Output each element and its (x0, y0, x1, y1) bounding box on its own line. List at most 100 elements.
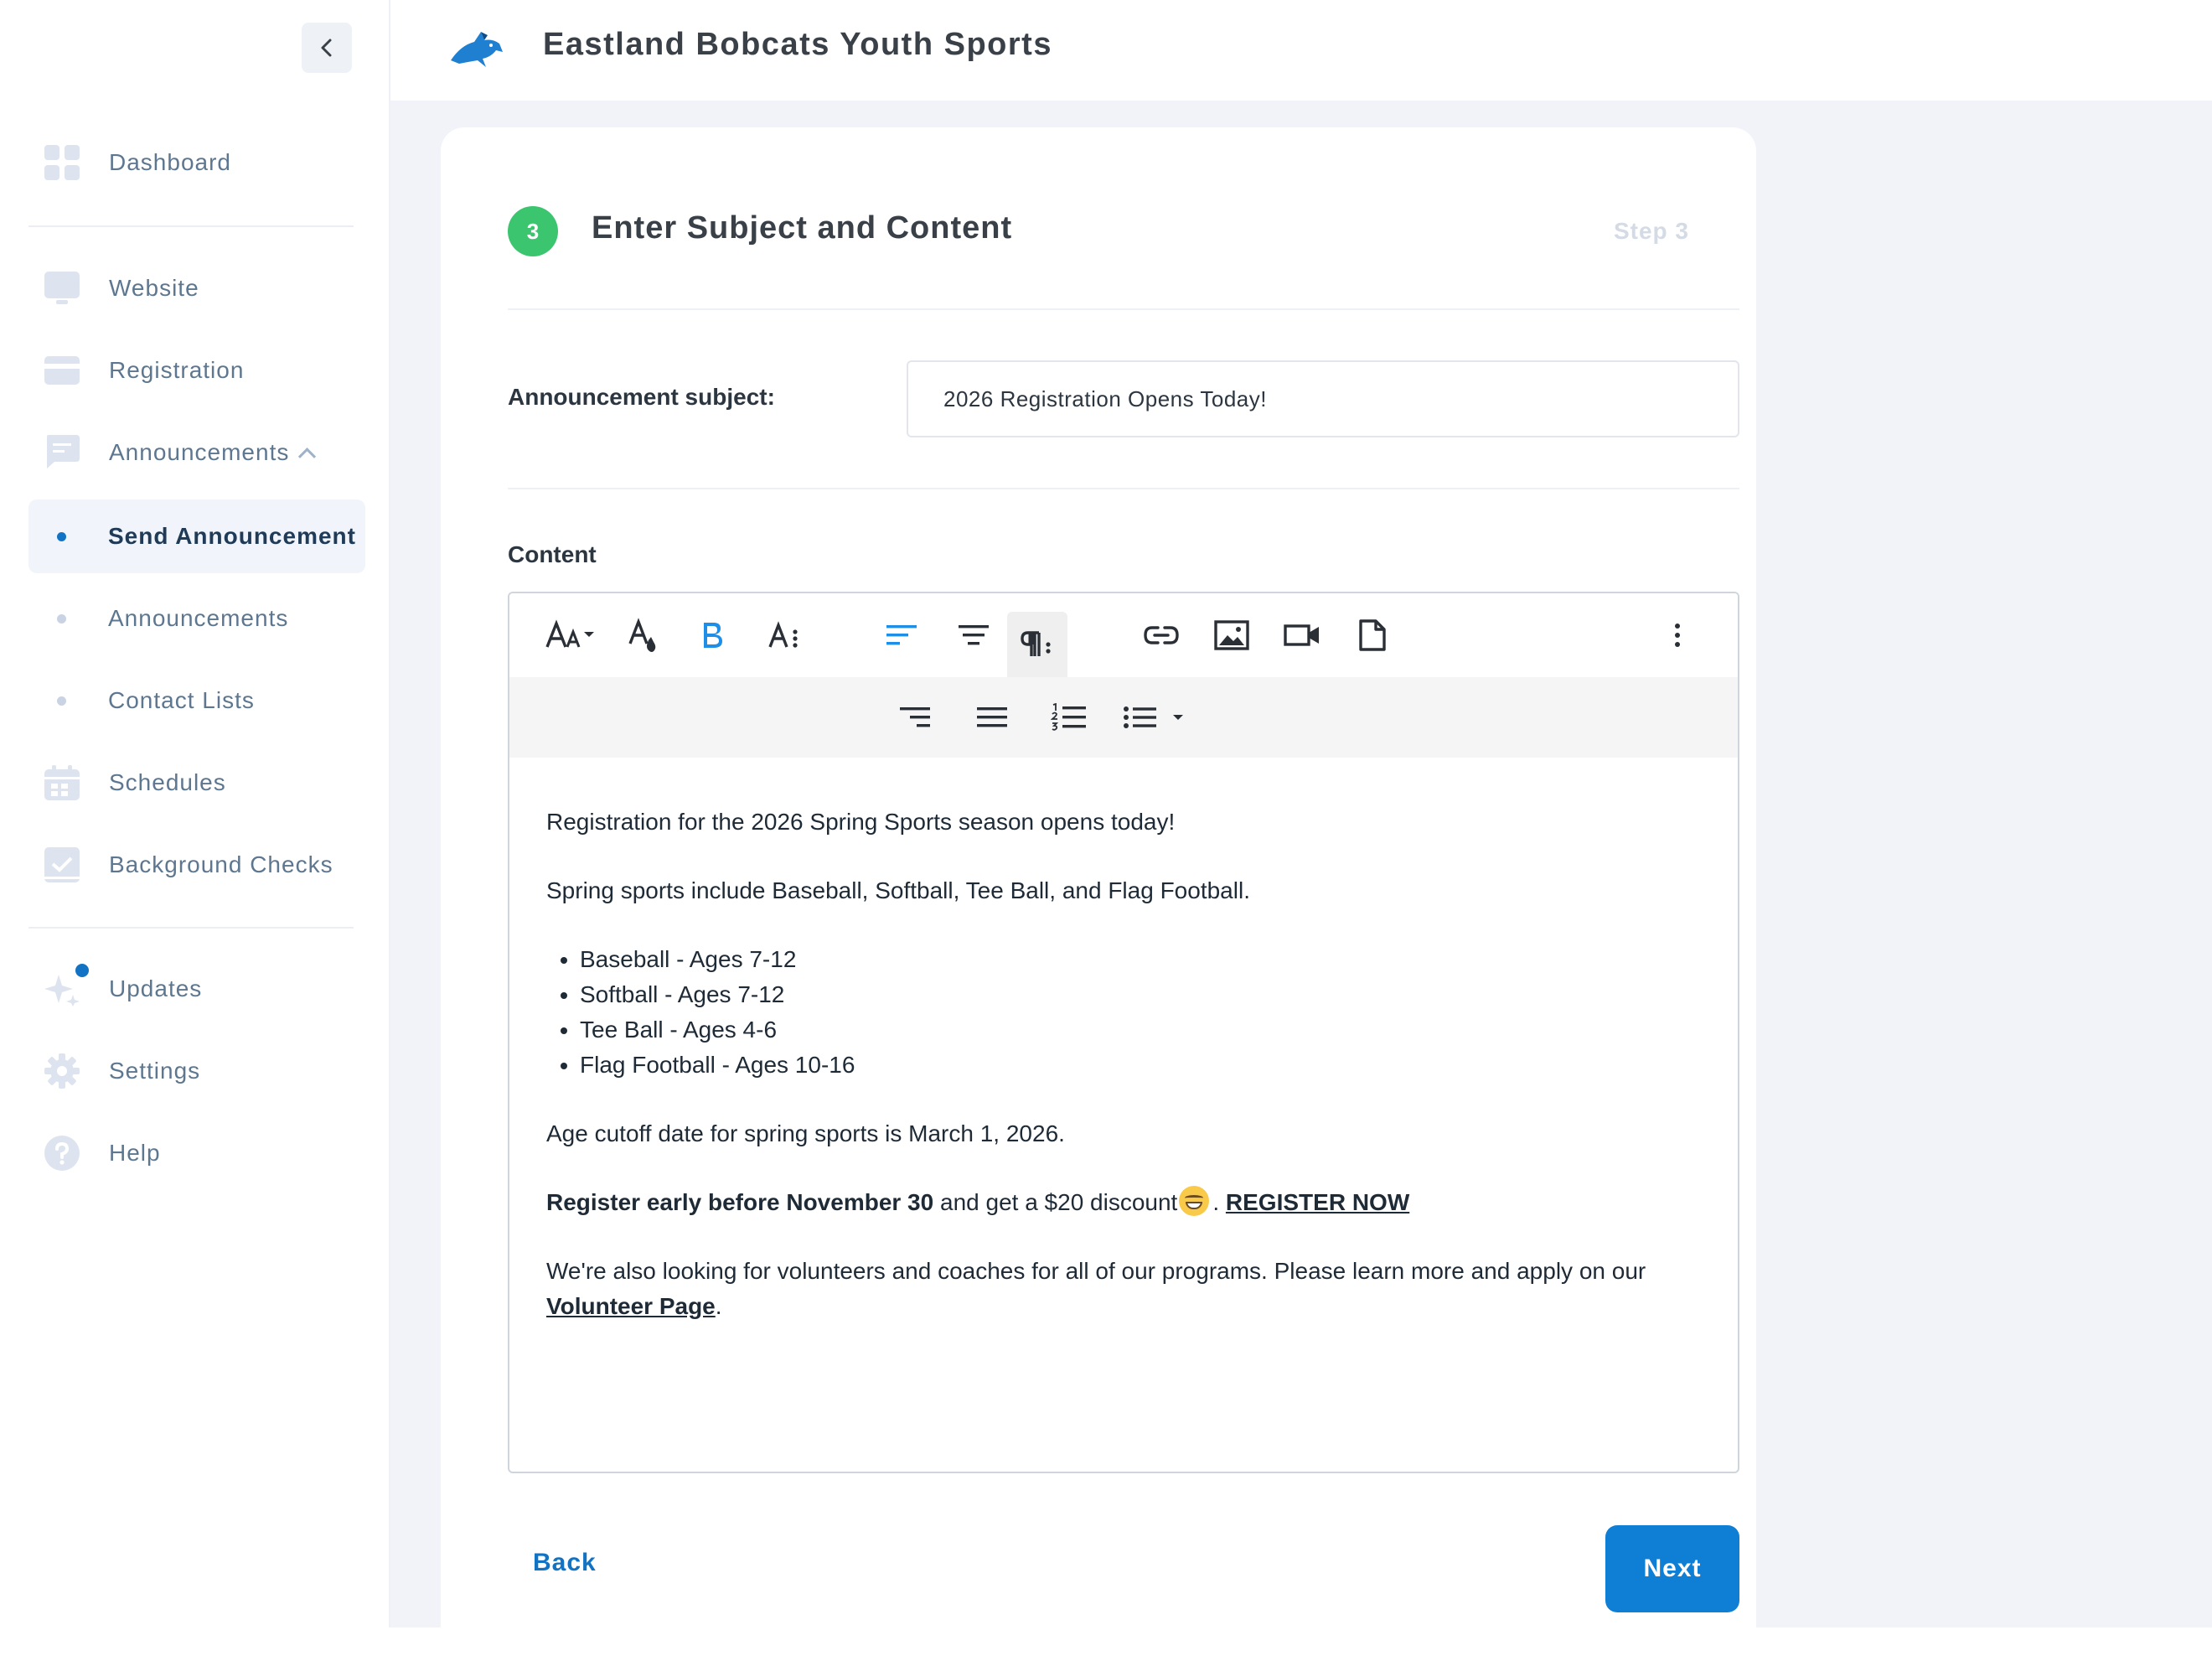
content-paragraph: Spring sports include Baseball, Softball… (546, 877, 1250, 903)
bold-button[interactable] (682, 605, 742, 665)
content-label: Content (508, 541, 597, 567)
grinning-emoji-icon (1179, 1186, 1210, 1216)
sidebar-item-background-checks[interactable]: Background Checks (28, 828, 364, 902)
sparkle-icon (44, 970, 80, 1007)
font-size-icon (545, 619, 594, 648)
text-color-icon (628, 618, 656, 652)
bold-icon (704, 623, 722, 648)
list-item: Flag Football - Ages 10-16 (580, 1048, 1703, 1083)
sidebar-divider (28, 225, 354, 227)
editor-content[interactable]: Registration for the 2026 Spring Sports … (546, 805, 1703, 1358)
org-title: Eastland Bobcats Youth Sports (543, 27, 1052, 62)
sidebar-item-updates[interactable]: Updates (28, 952, 364, 1026)
align-left-button[interactable] (871, 605, 932, 665)
main-area: 3 Enter Subject and Content Step 3 Annou… (390, 101, 2212, 1661)
paragraph-format-button[interactable] (1007, 612, 1067, 677)
bullet-dot (57, 531, 66, 541)
editor-toolbar-secondary (509, 677, 1738, 758)
text-style-icon (768, 621, 798, 648)
wizard-card: 3 Enter Subject and Content Step 3 Annou… (441, 127, 1756, 1661)
message-icon (44, 434, 80, 471)
sidebar-item-announcements-list[interactable]: Announcements (28, 582, 364, 655)
notification-dot (75, 964, 89, 977)
rich-text-editor: Registration for the 2026 Spring Sports … (508, 592, 1739, 1473)
insert-video-button[interactable] (1272, 605, 1332, 665)
sidebar-item-label: Help (109, 1140, 161, 1166)
sidebar-item-dashboard[interactable]: Dashboard (28, 126, 364, 199)
more-options-button[interactable] (1647, 605, 1708, 665)
help-icon (44, 1135, 80, 1172)
sidebar-item-label: Registration (109, 357, 245, 383)
section-divider (508, 308, 1739, 310)
align-center-icon (959, 625, 989, 645)
text-style-button[interactable] (754, 605, 814, 665)
list-item: Softball - Ages 7-12 (580, 977, 1703, 1012)
gear-icon (44, 1053, 80, 1089)
insert-link-button[interactable] (1131, 605, 1191, 665)
align-center-button[interactable] (943, 605, 1004, 665)
bullet-dot (57, 613, 66, 624)
align-justify-icon (977, 707, 1007, 727)
sidebar-item-schedules[interactable]: Schedules (28, 746, 364, 820)
sidebar-item-label: Dashboard (109, 149, 231, 175)
sidebar-item-label: Settings (109, 1058, 201, 1084)
monitor-icon (44, 270, 80, 307)
insert-file-button[interactable] (1342, 605, 1403, 665)
sidebar: Dashboard Website Registration Announcem… (0, 0, 390, 1627)
subject-label: Announcement subject: (508, 384, 775, 410)
sidebar-item-contact-lists[interactable]: Contact Lists (28, 664, 364, 737)
register-now-link[interactable]: REGISTER NOW (1226, 1189, 1409, 1215)
insert-video-icon (1284, 624, 1319, 646)
text-color-button[interactable] (612, 605, 672, 665)
sidebar-divider (28, 927, 354, 929)
sidebar-item-registration[interactable]: Registration (28, 334, 364, 407)
insert-link-icon (1144, 626, 1179, 644)
sidebar-item-label: Website (109, 275, 199, 301)
bold-text: Register early before November 30 (546, 1189, 934, 1215)
sidebar-item-label: Announcements (108, 605, 289, 631)
sidebar-item-label: Send Announcement (108, 523, 356, 549)
content-paragraph-register: Register early before November 30 and ge… (546, 1185, 1703, 1220)
sidebar-item-send-announcement[interactable]: Send Announcement (28, 499, 365, 573)
sidebar-item-label: Updates (109, 975, 203, 1001)
ordered-list-button[interactable] (1039, 687, 1099, 748)
chevron-left-icon (321, 39, 332, 57)
insert-file-icon (1359, 619, 1386, 651)
list-item: Tee Ball - Ages 4-6 (580, 1012, 1703, 1048)
collapse-sidebar-button[interactable] (302, 23, 352, 73)
back-button[interactable]: Back (533, 1549, 597, 1577)
unordered-list-button[interactable] (1116, 687, 1200, 748)
next-button[interactable]: Next (1605, 1525, 1739, 1612)
font-size-button[interactable] (538, 605, 608, 665)
inline-text: We're also looking for volunteers and co… (546, 1258, 1646, 1284)
sidebar-item-help[interactable]: Help (28, 1116, 364, 1190)
unordered-list-icon (1124, 706, 1183, 728)
list-item: Baseball - Ages 7-12 (580, 942, 1703, 977)
align-right-button[interactable] (885, 687, 945, 748)
step-title: Enter Subject and Content (592, 210, 1013, 246)
align-justify-button[interactable] (962, 687, 1022, 748)
sidebar-item-announcements[interactable]: Announcements (28, 416, 364, 489)
calendar-icon (44, 764, 80, 801)
bobcat-logo-icon (451, 32, 503, 67)
step-label: Step 3 (1613, 218, 1689, 244)
sidebar-item-label: Contact Lists (108, 687, 255, 713)
content-paragraph: Age cutoff date for spring sports is Mar… (546, 1120, 1065, 1146)
chevron-up-icon (298, 447, 317, 465)
sidebar-item-website[interactable]: Website (28, 251, 364, 325)
ordered-list-icon (1051, 703, 1086, 731)
sidebar-item-settings[interactable]: Settings (28, 1034, 364, 1108)
insert-image-button[interactable] (1202, 605, 1262, 665)
paragraph-format-icon (1021, 631, 1051, 656)
section-divider (508, 488, 1739, 489)
sidebar-item-label: Background Checks (109, 851, 333, 877)
subject-input[interactable] (907, 360, 1739, 437)
sidebar-item-label: Schedules (109, 769, 226, 795)
more-icon (1675, 624, 1680, 647)
step-number-badge: 3 (508, 206, 558, 256)
card-icon (44, 352, 80, 389)
inline-text: . (1212, 1189, 1226, 1215)
sidebar-item-label: Announcements (109, 439, 290, 465)
insert-image-icon (1214, 620, 1249, 650)
volunteer-page-link[interactable]: Volunteer Page (546, 1293, 716, 1319)
